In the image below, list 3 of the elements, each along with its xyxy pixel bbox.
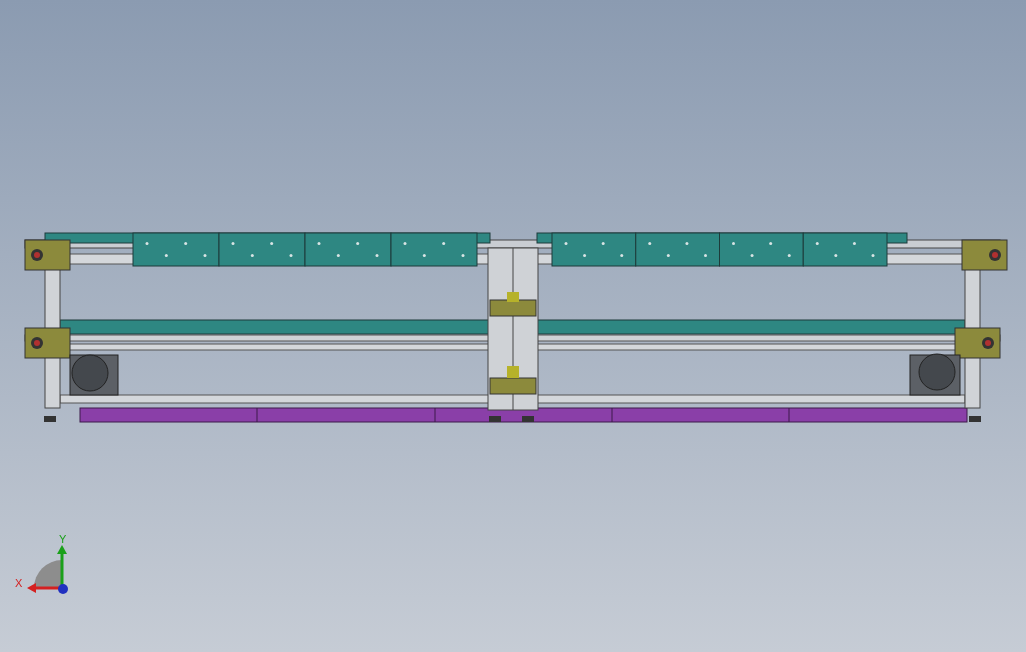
- axis-triad-drawing: [27, 545, 68, 594]
- x-axis-label: X: [15, 577, 23, 589]
- y-axis-label: Y: [59, 533, 67, 545]
